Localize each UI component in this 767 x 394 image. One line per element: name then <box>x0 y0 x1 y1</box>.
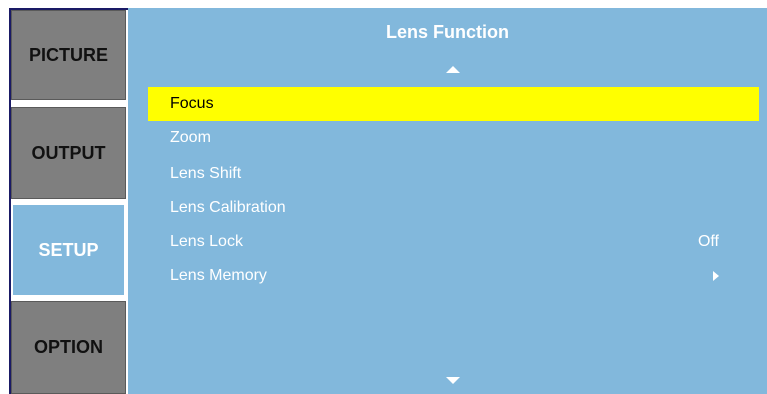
triangle-up-icon[interactable] <box>446 66 460 73</box>
triangle-down-icon[interactable] <box>446 377 460 384</box>
lens-lock-value: Off <box>697 233 719 250</box>
menu-item-label: Lens Calibration <box>170 199 286 216</box>
panel-title: Lens Function <box>386 22 509 42</box>
tab-setup-label: SETUP <box>38 239 99 260</box>
menu-item-label: Zoom <box>170 129 211 146</box>
tab-setup[interactable]: SETUP <box>11 203 126 297</box>
menu-item-label: Lens Shift <box>170 165 242 182</box>
tab-option[interactable]: OPTION <box>11 301 126 394</box>
tab-option-label: OPTION <box>33 337 103 357</box>
tab-picture[interactable]: PICTURE <box>11 10 126 100</box>
menu-item-lens-memory[interactable]: Lens Memory <box>148 259 759 293</box>
menu-item-lens-calibration[interactable]: Lens Calibration <box>148 191 759 225</box>
menu-item-label: Lens Lock <box>170 233 243 250</box>
tab-picture-label: PICTURE <box>28 44 108 65</box>
menu-item-focus[interactable]: Focus <box>148 87 759 121</box>
menu-item-zoom[interactable]: Zoom <box>148 121 759 155</box>
menu-item-label: Lens Memory <box>170 267 267 284</box>
tab-output-label: OUTPUT <box>31 142 106 163</box>
lens-function-panel: Lens Function Focus Zoom Lens Shift Lens… <box>128 8 767 394</box>
tab-output[interactable]: OUTPUT <box>11 107 126 199</box>
menu-item-lens-lock[interactable]: Lens Lock Off <box>148 225 759 259</box>
menu-item-label: Focus <box>170 95 214 112</box>
sidebar: PICTURE OUTPUT SETUP OPTION <box>0 0 128 394</box>
triangle-right-icon <box>713 271 719 281</box>
menu-item-lens-shift[interactable]: Lens Shift <box>148 157 759 191</box>
